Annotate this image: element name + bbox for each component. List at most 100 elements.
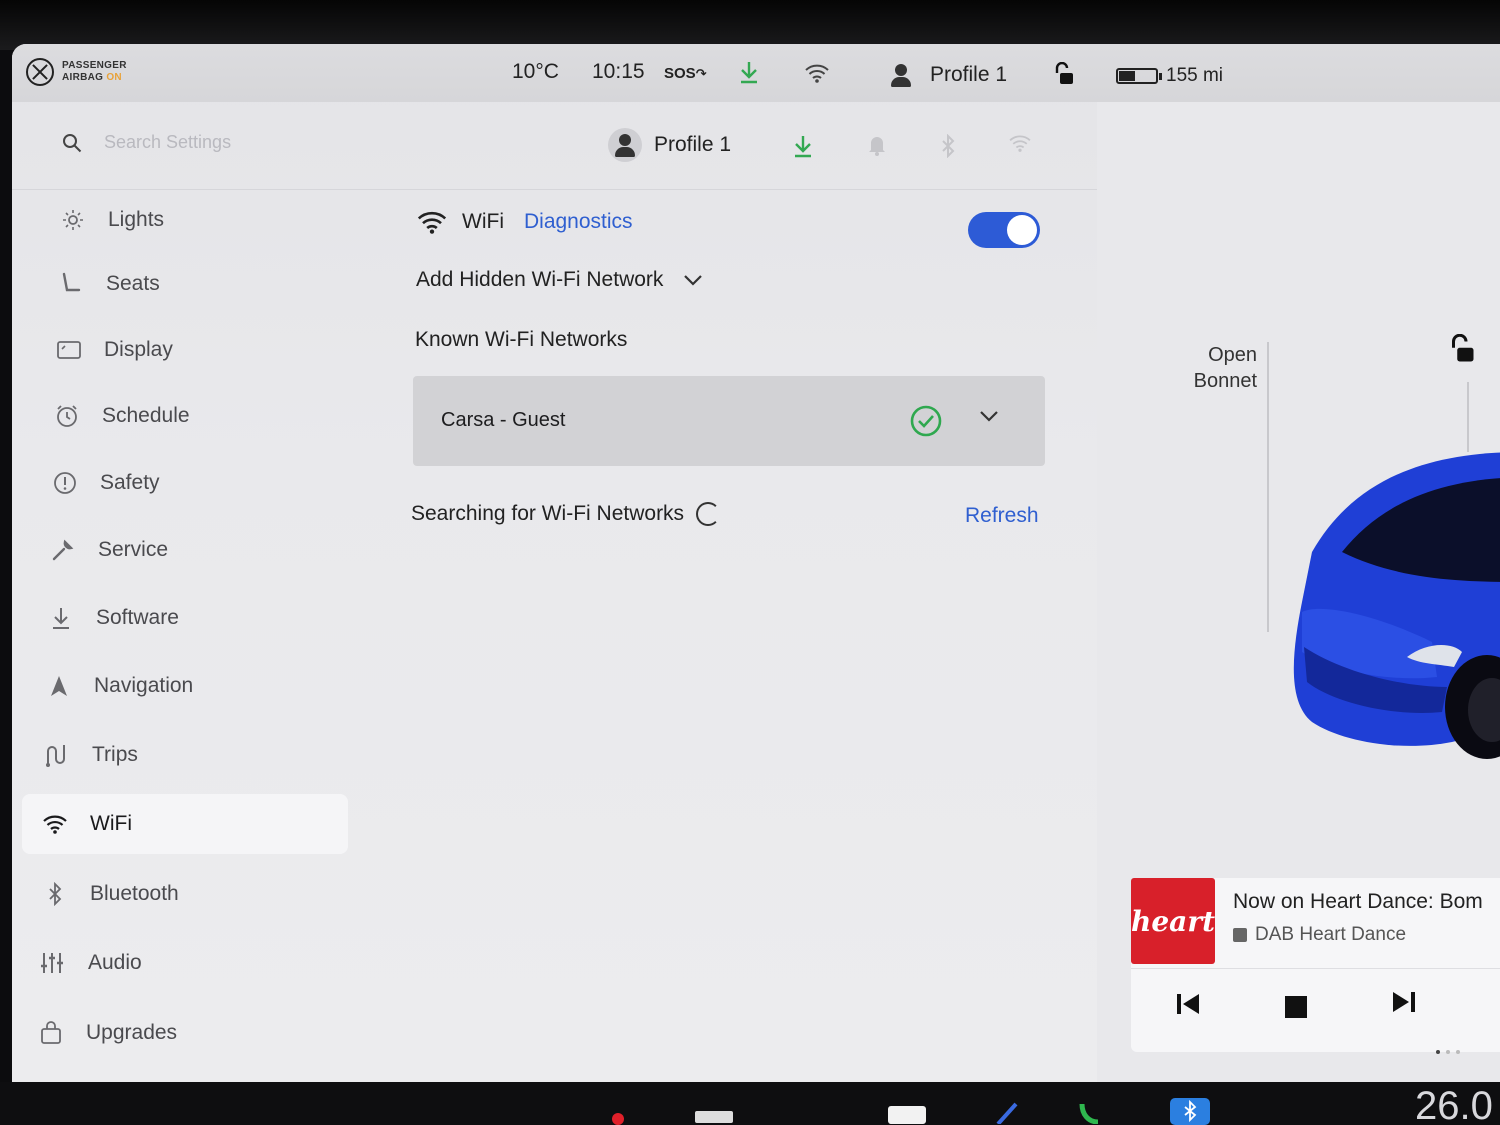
navigation-arrow-icon: [46, 673, 72, 699]
wifi-icon: [42, 811, 68, 837]
record-dot-icon[interactable]: [612, 1112, 624, 1125]
media-source-label: DAB Heart Dance: [1255, 924, 1407, 945]
sidebar-item-schedule[interactable]: Schedule: [54, 386, 190, 446]
outside-temperature: 10°C: [512, 60, 559, 83]
refresh-button[interactable]: Refresh: [965, 504, 1039, 528]
toggle-knob: [1007, 215, 1037, 245]
battery-tip: [1159, 73, 1162, 80]
wifi-icon[interactable]: [1008, 134, 1032, 157]
bottom-taskbar: [0, 1082, 1500, 1125]
bluetooth-icon: [42, 881, 68, 907]
battery-icon: [1116, 68, 1158, 84]
software-download-icon[interactable]: [738, 60, 760, 90]
alarm-clock-icon: [54, 403, 80, 429]
search-bar[interactable]: [62, 132, 404, 153]
add-hidden-network-dropdown[interactable]: Add Hidden Wi-Fi Network: [416, 268, 703, 292]
sidebar-item-label: WiFi: [90, 812, 132, 835]
sidebar-item-service[interactable]: Service: [50, 520, 168, 580]
page-dot: [1456, 1050, 1460, 1054]
profile-name: Profile 1: [930, 63, 1008, 86]
airbag-state: ON: [106, 72, 122, 83]
airbag-label-line2: AIRBAG: [62, 72, 104, 83]
driver-profile-button[interactable]: Profile 1: [884, 58, 1007, 92]
album-art-heart-logo: heart: [1131, 878, 1215, 964]
sidebar-item-display[interactable]: Display: [56, 320, 173, 380]
seat-icon: [58, 271, 84, 297]
sidebar-item-label: Navigation: [94, 674, 194, 697]
toybox-icon[interactable]: [695, 1110, 733, 1125]
connected-check-icon: [910, 405, 942, 437]
header-profile-button[interactable]: Profile 1: [608, 128, 731, 162]
alert-circle-icon: [52, 470, 78, 496]
status-bar: PASSENGER AIRBAG ON 10°C 10:15 SOS↷ Prof…: [12, 44, 1500, 102]
range-readout: 155 mi: [1166, 65, 1224, 86]
airbag-off-icon: [26, 58, 54, 86]
wifi-status-icon[interactable]: [804, 63, 830, 89]
sidebar-item-label: Trips: [92, 743, 138, 766]
network-name: Carsa - Guest: [441, 409, 566, 431]
clock: 10:15: [592, 60, 645, 83]
phone-icon[interactable]: [1078, 1102, 1100, 1125]
sidebar-item-navigation[interactable]: Navigation: [46, 656, 193, 716]
searching-label: Searching for Wi-Fi Networks: [411, 502, 685, 525]
sidebar-item-upgrades[interactable]: Upgrades: [38, 1003, 177, 1063]
open-bonnet-button[interactable]: Open Bonnet: [1157, 342, 1257, 394]
previous-track-button[interactable]: [1175, 992, 1201, 1021]
open-label: Open: [1208, 344, 1257, 366]
sidebar-item-label: Software: [96, 606, 179, 629]
page-dot: [1446, 1050, 1450, 1054]
sidebar-item-label: Seats: [106, 272, 160, 295]
diagnostics-link[interactable]: Diagnostics: [524, 210, 633, 234]
bonnet-label: Bonnet: [1193, 370, 1257, 392]
profile-avatar-icon: [884, 58, 918, 92]
screen-bezel-top: [0, 0, 1500, 50]
wifi-icon: [417, 211, 447, 234]
wifi-header-row: WiFi Diagnostics: [416, 210, 633, 234]
trips-icon: [44, 742, 70, 768]
media-player[interactable]: heart Now on Heart Dance: Bom DAB Heart …: [1131, 878, 1500, 1052]
bluetooth-icon[interactable]: [940, 133, 956, 163]
sidebar-item-label: Service: [98, 538, 169, 561]
sidebar-item-bluetooth[interactable]: Bluetooth: [42, 864, 179, 924]
sos-signal-icon: ↷: [695, 66, 707, 81]
sidebar-item-trips[interactable]: Trips: [44, 725, 138, 785]
sidebar-item-audio[interactable]: Audio: [40, 933, 142, 993]
touchscreen: PASSENGER AIRBAG ON 10°C 10:15 SOS↷ Prof…: [12, 44, 1500, 1084]
search-input[interactable]: [104, 132, 404, 153]
sidebar-item-safety[interactable]: Safety: [52, 453, 160, 513]
wifi-settings-panel: WiFi Diagnostics Add Hidden Wi-Fi Networ…: [402, 190, 1102, 1084]
header-profile-name: Profile 1: [654, 133, 732, 156]
sidebar-item-seats[interactable]: Seats: [58, 254, 160, 314]
cabin-temperature-readout[interactable]: 26.0: [1415, 1084, 1493, 1125]
wifi-toggle[interactable]: [968, 212, 1040, 248]
sidebar-item-label: Upgrades: [86, 1021, 178, 1044]
download-icon: [48, 605, 74, 631]
sidebar-item-lights[interactable]: Lights: [60, 190, 164, 250]
bell-icon[interactable]: [867, 134, 887, 161]
battery-fill: [1119, 71, 1135, 81]
airbag-label-line1: PASSENGER: [62, 60, 127, 71]
calendar-icon[interactable]: [888, 1106, 926, 1125]
wifi-title: WiFi: [462, 210, 504, 233]
media-page-indicator: [1436, 1050, 1460, 1054]
skip-forward-icon: [1393, 992, 1415, 1012]
radio-icon: [1233, 928, 1247, 942]
next-track-button[interactable]: [1391, 990, 1417, 1019]
sidebar-item-wifi[interactable]: WiFi: [22, 794, 348, 854]
display-icon: [56, 337, 82, 363]
settings-header: Profile 1: [12, 102, 1097, 190]
chevron-down-icon[interactable]: [979, 410, 999, 422]
unlocked-padlock-icon[interactable]: [1447, 333, 1475, 369]
known-network-item[interactable]: Carsa - Guest: [413, 376, 1045, 466]
page-dot: [1436, 1050, 1440, 1054]
sos-indicator[interactable]: SOS↷: [664, 65, 707, 82]
unlocked-padlock-icon[interactable]: [1052, 61, 1074, 92]
settings-sidebar: Lights Seats Display Schedule Safety Ser…: [12, 190, 372, 1084]
bluetooth-app-icon[interactable]: [1170, 1098, 1210, 1125]
stop-button[interactable]: [1285, 996, 1307, 1023]
pen-icon[interactable]: [996, 1102, 1020, 1125]
sidebar-item-software[interactable]: Software: [48, 588, 179, 648]
download-icon[interactable]: [792, 134, 814, 163]
media-source: DAB Heart Dance: [1233, 924, 1406, 946]
loading-spinner-icon: [696, 502, 721, 526]
